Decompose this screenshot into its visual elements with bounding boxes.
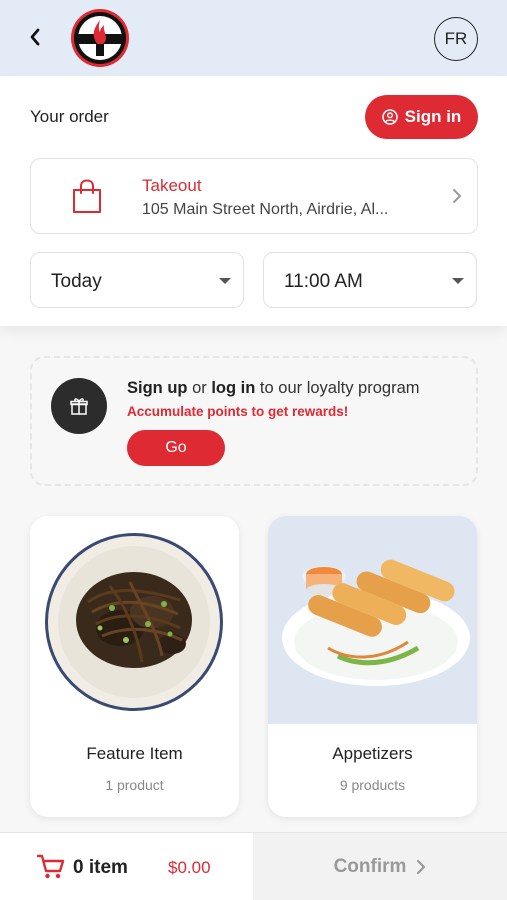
category-card-feature-item[interactable]: Feature Item 1 product — [30, 516, 239, 817]
category-name: Appetizers — [332, 744, 413, 763]
caret-down-icon — [452, 278, 464, 284]
chevron-right-icon — [417, 859, 426, 875]
day-select-value: Today — [51, 271, 102, 292]
day-select[interactable]: Today — [30, 252, 244, 308]
store-address: 105 Main Street North, Airdrie, Al... — [142, 201, 389, 218]
confirm-label: Confirm — [333, 856, 407, 877]
loyalty-rest-text: to our loyalty program — [255, 379, 420, 397]
shopping-bag-icon — [73, 179, 101, 213]
category-card-appetizers[interactable]: Appetizers 9 products — [268, 516, 477, 817]
cart-icon — [37, 854, 65, 879]
appetizers-image — [268, 516, 477, 724]
order-panel: Your order Sign in Takeout 105 Main Stre… — [0, 76, 507, 326]
loyalty-go-button[interactable]: Go — [127, 430, 225, 466]
sign-in-button[interactable]: Sign in — [365, 95, 478, 139]
order-title: Your order — [30, 107, 109, 126]
order-mode-selector[interactable]: Takeout 105 Main Street North, Airdrie, … — [30, 158, 478, 234]
cart-total: $0.00 — [168, 858, 211, 877]
cart-item-count: 0 item — [73, 857, 128, 878]
loyalty-banner: Sign up or log in to our loyalty program… — [30, 356, 478, 486]
category-product-count: 9 products — [339, 777, 406, 793]
sign-up-link[interactable]: Sign up — [127, 379, 188, 397]
loyalty-message: Sign up or log in to our loyalty program — [127, 379, 420, 398]
chevron-left-icon — [30, 28, 40, 46]
log-in-link[interactable]: log in — [211, 379, 255, 397]
loyalty-subtitle: Accumulate points to get rewards! — [127, 404, 349, 419]
time-select[interactable]: 11:00 AM — [263, 252, 477, 308]
confirm-button[interactable]: Confirm — [253, 833, 507, 900]
cart-summary-button[interactable]: 0 item $0.00 — [0, 833, 253, 900]
category-product-count: 1 product — [105, 777, 164, 793]
language-toggle-button[interactable]: FR — [434, 17, 478, 61]
back-button[interactable] — [22, 24, 48, 50]
user-circle-icon — [381, 109, 398, 125]
caret-down-icon — [219, 278, 231, 284]
cart-bottom-bar: 0 item $0.00 Confirm — [0, 832, 507, 900]
gift-icon — [51, 378, 107, 434]
sign-in-label: Sign in — [404, 107, 462, 126]
feature-item-image — [30, 516, 239, 724]
chevron-right-icon — [453, 189, 461, 203]
restaurant-logo[interactable] — [70, 8, 130, 68]
time-select-value: 11:00 AM — [284, 271, 363, 292]
category-name: Feature Item — [86, 744, 183, 763]
loyalty-or-text: or — [187, 379, 212, 397]
top-header: FR — [0, 0, 507, 76]
order-mode-label: Takeout — [142, 176, 202, 195]
